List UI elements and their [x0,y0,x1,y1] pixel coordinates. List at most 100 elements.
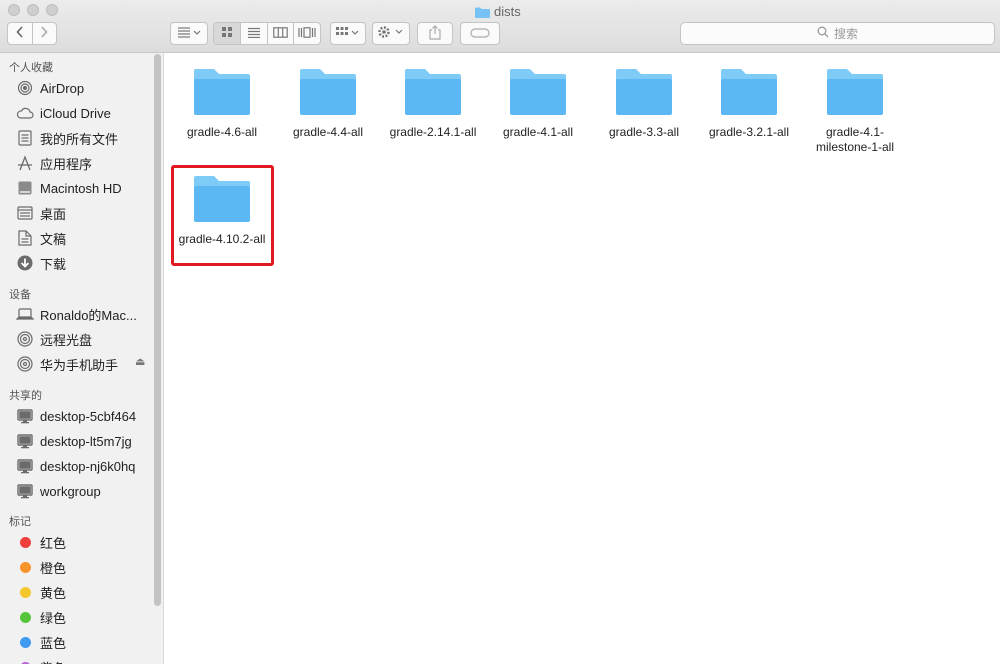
disc-icon [16,355,34,373]
folder-item[interactable]: gradle-4.6-all [169,67,275,140]
sidebar-item-label: 桌面 [40,206,67,222]
sidebar-item-downloads[interactable]: 下载 [16,252,66,274]
folder-icon [169,67,275,117]
minimize-window-button[interactable] [27,4,39,16]
back-button[interactable] [8,23,33,44]
sidebar-item-tag-purple[interactable]: 紫色 [16,656,66,664]
monitor-icon [16,407,34,425]
sidebar-item-label: Macintosh HD [40,180,122,196]
list-icon [247,25,261,43]
search-field[interactable]: 搜索 [680,22,995,45]
sidebar-item-shared-3[interactable]: desktop-nj6k0hq [16,455,135,477]
chevron-right-icon [40,25,49,43]
sidebar-item-label: 紫色 [40,658,66,664]
folder-icon [485,67,591,117]
sidebar-item-macintosh-hd[interactable]: Macintosh HD [16,177,122,199]
folder-item[interactable]: gradle-4.1-milestone-1-all [802,67,908,155]
folder-icon [591,67,697,117]
folder-item[interactable]: gradle-3.2.1-all [696,67,802,140]
sidebar-item-documents[interactable]: 文稿 [16,227,66,249]
file-browser-content: gradle-4.6-all gradle-4.4-all gradle-2.1… [165,53,1000,664]
window-title: dists [475,3,521,19]
sidebar-item-tag-green[interactable]: 绿色 [16,606,66,628]
airdrop-icon [16,79,34,97]
sidebar-item-label: 下载 [40,256,67,272]
sidebar-item-shared-2[interactable]: desktop-lt5m7jg [16,430,132,452]
sidebar-scrollbar[interactable] [154,54,161,606]
title-bar: dists 搜索 [0,0,1000,53]
gallery-view-button[interactable] [294,23,320,44]
sidebar-item-shared-1[interactable]: desktop-5cbf464 [16,405,136,427]
sidebar-item-all-files[interactable]: 我的所有文件 [16,127,118,149]
sidebar-item-huawei-assistant[interactable]: 华为手机助手 [16,353,118,375]
sidebar-item-icloud-drive[interactable]: iCloud Drive [16,102,111,124]
zoom-window-button[interactable] [46,4,58,16]
sidebar-item-label: 我的所有文件 [40,131,119,147]
column-view-button[interactable] [268,23,295,44]
orange-tag-dot-icon [20,561,31,573]
sidebar-item-label: 华为手机助手 [40,357,119,373]
sidebar-item-label: 应用程序 [40,156,93,172]
sidebar-item-shared-4[interactable]: workgroup [16,480,101,502]
folder-name: gradle-4.6-all [186,125,258,139]
cloud-icon [16,104,34,122]
close-window-button[interactable] [8,4,20,16]
folder-icon [475,6,490,18]
sidebar-item-label: 文稿 [40,231,67,247]
folder-name: gradle-4.1-milestone-1-all [815,125,895,154]
folder-item[interactable]: gradle-3.3-all [591,67,697,140]
folder-item[interactable]: gradle-2.14.1-all [380,67,486,140]
desktop-icon [16,204,34,222]
share-icon [428,24,442,43]
sidebar-item-label: desktop-nj6k0hq [40,458,136,474]
search-icon [817,26,829,41]
monitor-icon [16,432,34,450]
folder-icon [380,67,486,117]
icon-view-button[interactable] [214,23,241,44]
group-by-button[interactable] [330,22,366,45]
sidebar-item-label: 橙色 [40,560,67,576]
applications-icon [16,154,34,172]
shared-header: 共享的 [9,390,42,402]
red-highlight-box [171,165,274,266]
sidebar-item-desktop[interactable]: 桌面 [16,202,66,224]
gallery-icon [298,25,316,43]
arrange-button[interactable] [170,22,208,45]
eject-icon[interactable]: ⏏ [135,355,145,368]
sidebar-item-remote-disc[interactable]: 远程光盘 [16,328,92,350]
tags-button[interactable] [460,22,500,45]
folder-item[interactable]: gradle-4.1-all [485,67,591,140]
sidebar-item-label: iCloud Drive [40,105,111,121]
sidebar-item-tag-blue[interactable]: 蓝色 [16,631,66,653]
folder-name: gradle-2.14.1-all [389,125,477,139]
blue-tag-dot-icon [20,636,31,648]
sidebar-item-tag-yellow[interactable]: 黄色 [16,581,66,603]
favorites-header: 个人收藏 [9,62,53,74]
folder-icon [275,67,381,117]
red-tag-dot-icon [20,536,31,548]
folder-item[interactable]: gradle-4.4-all [275,67,381,140]
monitor-icon [16,457,34,475]
sidebar-item-label: desktop-lt5m7jg [40,433,132,449]
folder-name: gradle-3.2.1-all [708,125,790,139]
forward-button[interactable] [33,23,56,44]
monitor-icon [16,482,34,500]
search-placeholder: 搜索 [833,27,858,41]
sidebar-item-airdrop[interactable]: AirDrop [16,77,84,99]
history-nav [7,22,57,45]
sidebar-item-tag-orange[interactable]: 橙色 [16,556,66,578]
list-view-button[interactable] [241,23,268,44]
view-mode-segmented [213,22,321,45]
documents-icon [16,229,34,247]
share-button[interactable] [417,22,453,45]
green-tag-dot-icon [20,611,31,623]
sidebar-item-label: 红色 [40,535,67,551]
gear-icon [377,25,405,42]
sidebar-item-device-mac[interactable]: Ronaldo的Mac... [16,303,137,325]
sidebar-item-tag-red[interactable]: 红色 [16,531,66,553]
laptop-icon [16,305,34,323]
action-button[interactable] [372,22,410,45]
folder-icon [802,67,908,117]
sidebar-item-applications[interactable]: 应用程序 [16,152,92,174]
downloads-icon [16,254,34,272]
